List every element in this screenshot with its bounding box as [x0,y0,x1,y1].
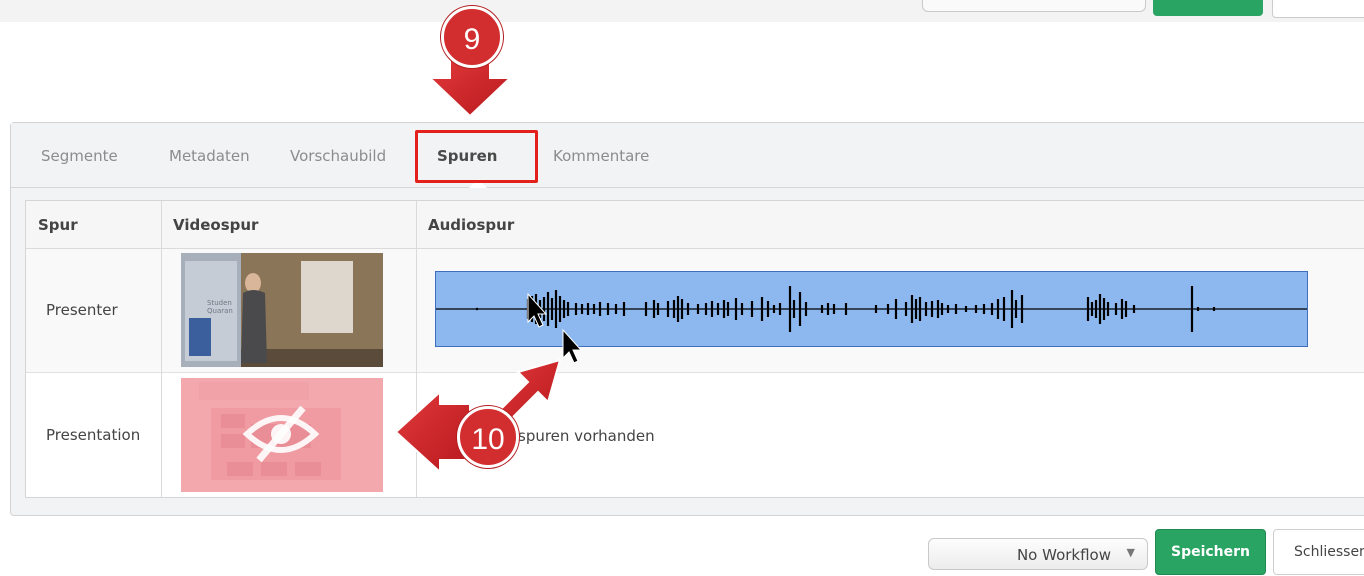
details-panel: Segmente Metadaten Vorschaubild Spuren K… [10,122,1364,516]
track-name-presenter: Presenter [46,301,118,319]
top-close-button[interactable] [1272,0,1364,18]
tracks-table: Spur Videospur Audiospur Presenter Stude… [25,200,1364,498]
presentation-video-thumbnail[interactable] [181,378,383,492]
track-name-presentation: Presentation [46,426,141,444]
close-button[interactable]: Schliessen [1273,529,1364,575]
table-row: Presentation spuren vorhanden [26,372,1364,497]
column-divider [416,201,417,497]
save-button[interactable]: Speichern [1155,529,1266,575]
column-header-audio: Audiospur [416,201,1364,249]
column-header-track: Spur [26,201,161,249]
step-badge-10: 10 [457,406,519,468]
tab-bar: Segmente Metadaten Vorschaubild Spuren K… [11,123,1364,188]
hidden-eye-icon [242,405,320,463]
tab-vorschaubild[interactable]: Vorschaubild [290,147,386,165]
column-header-video: Videospur [161,201,416,249]
step-badge-9: 9 [441,6,503,68]
workflow-select[interactable]: No Workflow ▼ [928,538,1148,570]
presenter-audio-waveform[interactable] [435,271,1308,347]
svg-text:Quaran: Quaran [207,307,233,315]
chevron-down-icon: ▼ [1126,546,1135,559]
no-audio-tracks-text: spuren vorhanden [518,427,655,445]
tab-kommentare[interactable]: Kommentare [553,147,649,165]
presenter-video-thumbnail[interactable]: Studen Quaran [181,253,383,367]
top-save-button[interactable] [1153,0,1263,16]
workflow-select-value: No Workflow [1016,546,1111,564]
table-row: Presenter Studen Quaran [26,249,1364,373]
tab-segmente[interactable]: Segmente [41,147,118,165]
arrow-down-icon [427,59,513,118]
annotation-highlight-box [415,130,538,183]
column-divider [161,201,162,497]
svg-text:Studen: Studen [207,299,232,307]
top-workflow-select[interactable] [922,0,1146,12]
tab-metadaten[interactable]: Metadaten [169,147,250,165]
